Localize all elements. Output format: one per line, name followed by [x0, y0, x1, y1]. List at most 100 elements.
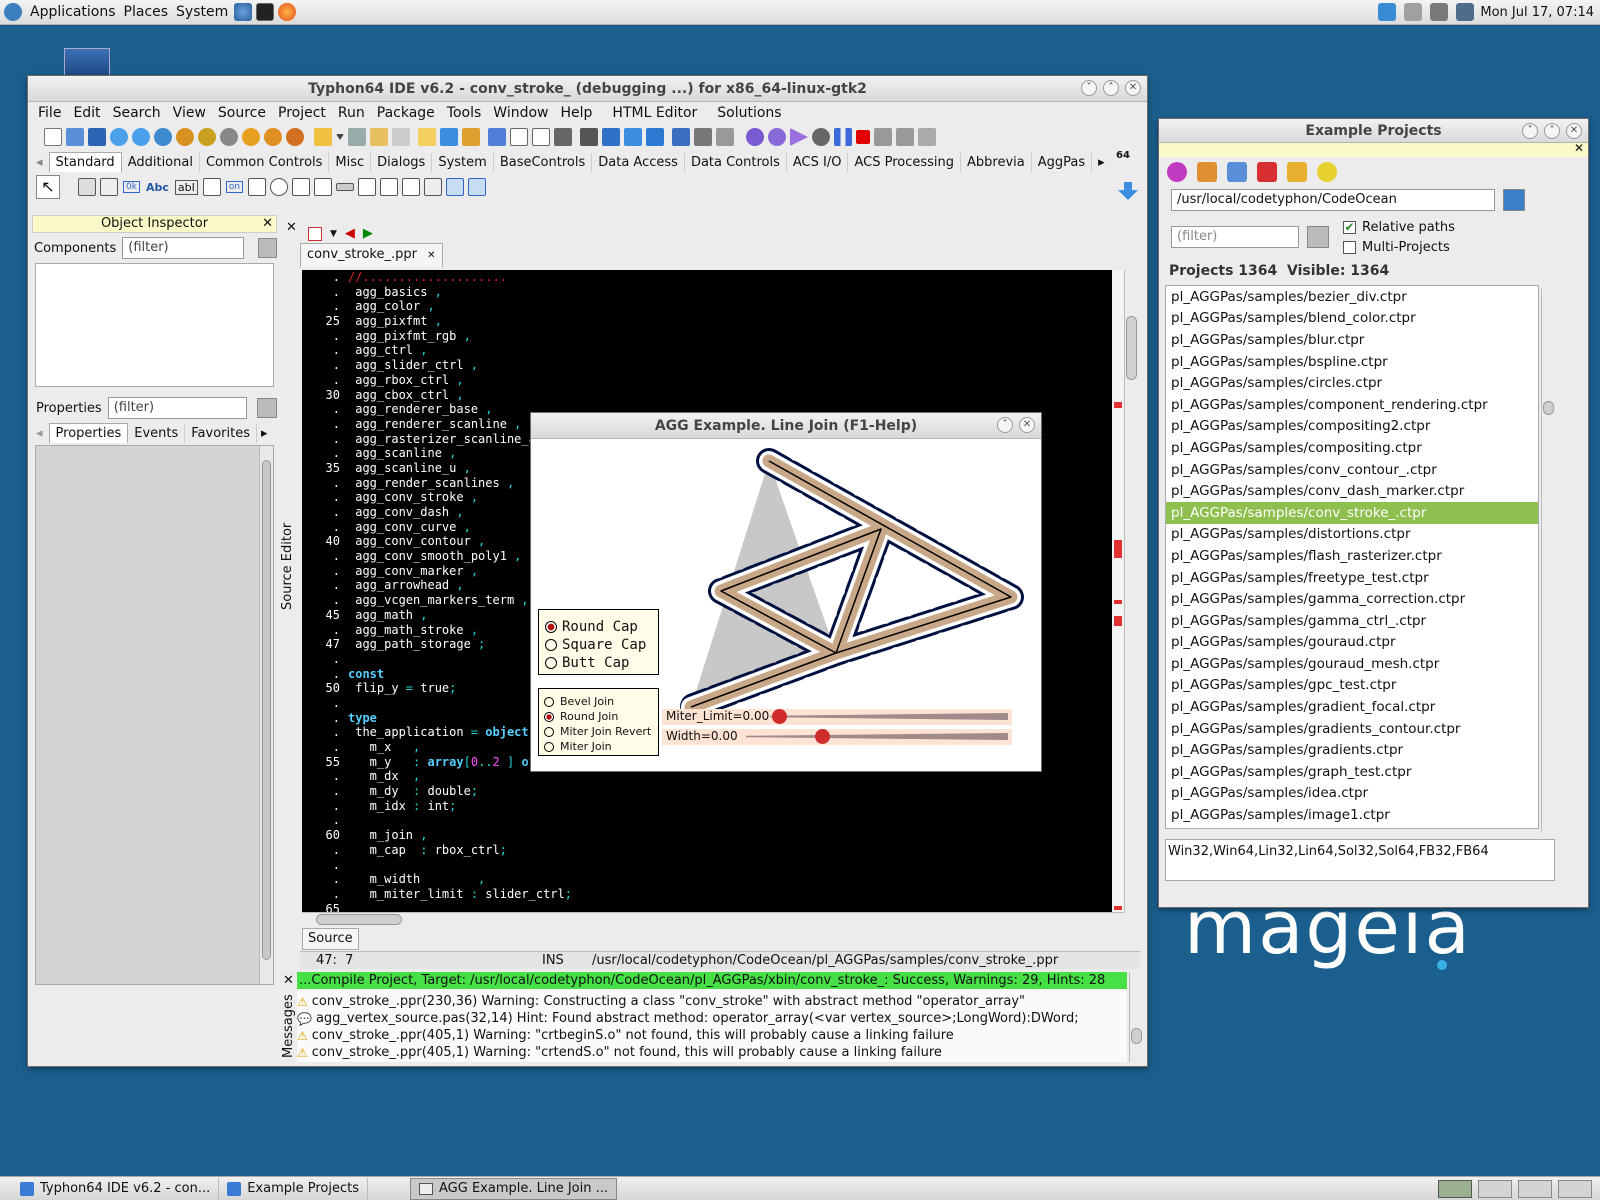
code-line[interactable]: . agg_rbox_ctrl ,: [302, 373, 1112, 388]
code-line[interactable]: 25 agg_pixfmt ,: [302, 314, 1112, 329]
new-file-icon[interactable]: [44, 128, 62, 146]
editor-dropdown-icon[interactable]: ▼: [330, 229, 337, 239]
build-icon[interactable]: [176, 128, 194, 146]
tlistbox-icon[interactable]: [292, 178, 311, 196]
search-project-icon[interactable]: [1317, 162, 1337, 182]
code-line[interactable]: 60 m_join ,: [302, 828, 1112, 843]
firefox-launcher-icon[interactable]: [278, 3, 297, 21]
project-list-item[interactable]: pl_AGGPas/samples/image1.ctpr: [1166, 804, 1538, 826]
join-miter-revert-option[interactable]: Miter Join Revert: [544, 724, 658, 739]
property-grid-scroll-thumb[interactable]: [262, 460, 271, 960]
tcheckgroup-icon[interactable]: [402, 178, 421, 196]
open-folder-icon[interactable]: [1287, 162, 1307, 182]
tools-icon[interactable]: [694, 128, 712, 146]
jump-back-icon[interactable]: ◀: [345, 226, 355, 241]
oi-tab-properties[interactable]: Properties: [48, 423, 129, 443]
editor-menu-icon[interactable]: [308, 226, 322, 241]
multi-projects-checkbox[interactable]: Multi-Projects: [1343, 237, 1455, 257]
system-settings-launcher-icon[interactable]: [234, 3, 253, 21]
ep-platforms-box[interactable]: Win32,Win64,Lin32,Lin64,Sol32,Sol64,FB32…: [1165, 839, 1555, 881]
project-list-item[interactable]: pl_AGGPas/samples/conv_stroke_.ctpr: [1166, 501, 1538, 524]
taskbar-item-agg-example[interactable]: AGG Example. Line Join ...: [410, 1177, 618, 1200]
code-horizontal-scrollbar[interactable]: [302, 912, 1124, 926]
project-list-item[interactable]: pl_AGGPas/samples/idea.ctpr: [1166, 783, 1538, 805]
compile-icon[interactable]: [242, 128, 260, 146]
ep-filter-input[interactable]: (filter): [1171, 226, 1299, 248]
project-list-item[interactable]: pl_AGGPas/samples/conv_dash_marker.ctpr: [1166, 480, 1538, 502]
menu-package[interactable]: Package: [371, 105, 441, 121]
source-file-tab[interactable]: conv_stroke_.ppr ✕: [300, 243, 443, 267]
desktop-computer-icon[interactable]: [64, 48, 110, 76]
stop-icon[interactable]: [856, 130, 870, 144]
places-menu[interactable]: Places: [124, 4, 169, 20]
cap-butt-option[interactable]: Butt Cap: [545, 654, 658, 672]
project-list-item[interactable]: pl_AGGPas/samples/blur.ctpr: [1166, 329, 1538, 351]
project-list-item[interactable]: pl_AGGPas/samples/conv_contour_.ctpr: [1166, 459, 1538, 481]
palette-tab-misc[interactable]: Misc: [329, 152, 372, 172]
step-into-icon[interactable]: [874, 128, 892, 146]
mageia-menu-icon[interactable]: [4, 3, 22, 21]
maximize-button[interactable]: ˄: [1103, 80, 1119, 96]
menu-edit[interactable]: Edit: [67, 105, 106, 121]
messages-close-icon[interactable]: ✕: [283, 973, 294, 988]
source-file-tab-close-icon[interactable]: ✕: [427, 250, 435, 261]
build-all-icon[interactable]: [198, 128, 216, 146]
code-line[interactable]: . agg_pixfmt_rgb ,: [302, 329, 1112, 344]
gutter-marker[interactable]: [1114, 616, 1122, 626]
display-tray-icon[interactable]: [1456, 3, 1475, 21]
menu-source[interactable]: Source: [212, 105, 272, 121]
agg-titlebar[interactable]: AGG Example. Line Join (F1-Help) ˅ ✕: [531, 413, 1041, 439]
code-line[interactable]: . m_cap : rbox_ctrl;: [302, 843, 1112, 858]
project-list-item[interactable]: pl_AGGPas/samples/gamma_ctrl_.ctpr: [1166, 610, 1538, 632]
clock[interactable]: Mon Jul 17, 07:14: [1480, 5, 1594, 20]
menu-project[interactable]: Project: [272, 105, 332, 121]
find-next-icon[interactable]: [132, 128, 150, 146]
run-icon[interactable]: [790, 128, 808, 146]
tgroupbox-icon[interactable]: [358, 178, 377, 196]
message-item[interactable]: 💬 agg_vertex_source.pas(32,14) Hint: Fou…: [297, 1010, 1127, 1027]
view-forms-icon[interactable]: [510, 128, 528, 146]
palette-tab-abbrevia[interactable]: Abbrevia: [961, 152, 1032, 172]
palette-tab-acs-io[interactable]: ACS I/O: [787, 152, 849, 172]
code-line[interactable]: . m_idx : int;: [302, 799, 1112, 814]
miter-limit-slider[interactable]: Miter_Limit=0.00: [662, 709, 1012, 725]
code-line[interactable]: . agg_ctrl ,: [302, 343, 1112, 358]
add-to-project-icon[interactable]: [370, 128, 388, 146]
oi-tabs-right-icon[interactable]: ▸: [261, 426, 268, 441]
quick-compile-icon[interactable]: [286, 128, 304, 146]
ep-close-button[interactable]: ✕: [1566, 123, 1582, 139]
project-list-item[interactable]: pl_AGGPas/samples/gpc_test.ctpr: [1166, 675, 1538, 697]
ep-maximize-button[interactable]: ˄: [1544, 123, 1560, 139]
oi-tab-events[interactable]: Events: [128, 423, 186, 443]
toggle-form-icon[interactable]: [462, 128, 480, 146]
message-item[interactable]: ⚠ conv_stroke_.ppr(405,1) Warning: "crte…: [297, 1044, 1127, 1061]
tscrollbar-icon[interactable]: [336, 183, 355, 191]
project-list-item[interactable]: pl_AGGPas/samples/freetype_test.ctpr: [1166, 567, 1538, 589]
properties-filter-input[interactable]: (filter): [107, 397, 248, 419]
ep-panel-close-icon[interactable]: ✕: [1574, 141, 1584, 155]
network-tray-icon[interactable]: [1378, 3, 1397, 21]
project-list-item[interactable]: pl_AGGPas/samples/graph_test.ctpr: [1166, 761, 1538, 783]
palette-tab-aggpas[interactable]: AggPas: [1032, 152, 1093, 172]
save-all-icon[interactable]: [348, 128, 366, 146]
project-list-item[interactable]: pl_AGGPas/samples/compositing2.ctpr: [1166, 416, 1538, 438]
miter-limit-thumb[interactable]: [772, 709, 787, 724]
close-button[interactable]: ✕: [1125, 80, 1141, 96]
code-vertical-scroll-thumb[interactable]: [1126, 316, 1137, 380]
project-list-item[interactable]: pl_AGGPas/samples/gouraud.ctpr: [1166, 632, 1538, 654]
menu-html-editor[interactable]: HTML Editor: [606, 105, 703, 121]
project-list-item[interactable]: pl_AGGPas/samples/blend_color.ctpr: [1166, 308, 1538, 330]
ep-browse-button[interactable]: [1503, 189, 1525, 211]
save-icon[interactable]: [88, 128, 106, 146]
code-line[interactable]: . m_miter_limit : slider_ctrl;: [302, 887, 1112, 902]
tactionlist-icon[interactable]: [468, 178, 487, 196]
copy-project-icon[interactable]: [1227, 162, 1247, 182]
palette-tab-basecontrols[interactable]: BaseControls: [494, 152, 593, 172]
find-icon[interactable]: [110, 128, 128, 146]
cap-square-option[interactable]: Square Cap: [545, 636, 658, 654]
volume-tray-icon[interactable]: [1430, 3, 1449, 21]
menu-run[interactable]: Run: [332, 105, 371, 121]
menu-view[interactable]: View: [167, 105, 212, 121]
units-icon[interactable]: [418, 128, 436, 146]
join-bevel-option[interactable]: Bevel Join: [544, 694, 658, 709]
